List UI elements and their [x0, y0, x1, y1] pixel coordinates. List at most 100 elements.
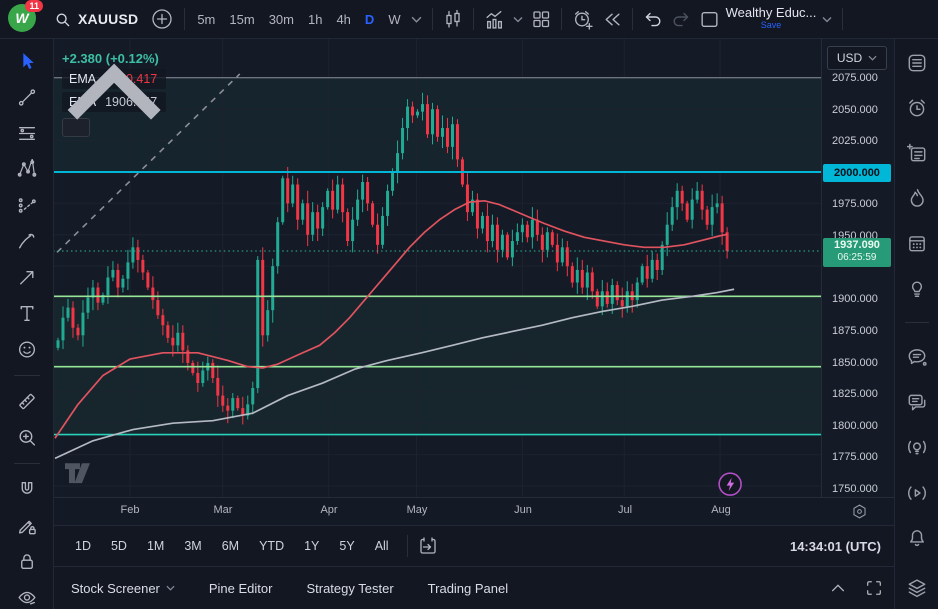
watchlist-icon[interactable]	[906, 52, 928, 74]
timeframe-30m[interactable]: 30m	[263, 8, 300, 31]
bar-replay-button[interactable]	[597, 5, 626, 34]
gear-icon[interactable]	[851, 503, 868, 520]
divider	[473, 8, 474, 30]
redo-button[interactable]	[667, 5, 695, 33]
fib-retracement-tool-icon[interactable]	[16, 123, 38, 144]
timeframe-15m[interactable]: 15m	[223, 8, 260, 31]
tab-strategy-tester[interactable]: Strategy Tester	[306, 581, 393, 596]
layout-name: Wealthy Educ...	[726, 7, 817, 19]
save-link[interactable]: Save	[761, 19, 782, 31]
live-streams-icon[interactable]	[906, 481, 928, 503]
alert-clock-plus-icon	[572, 9, 593, 30]
forecast-tool-icon[interactable]	[16, 195, 38, 216]
session-clock[interactable]: 14:34:01 (UTC)	[790, 539, 881, 554]
month-label: Feb	[121, 504, 140, 516]
private-chat-icon[interactable]	[906, 391, 928, 413]
arrow-tool-icon[interactable]	[16, 267, 38, 288]
range-1d[interactable]: 1D	[67, 534, 99, 558]
brush-tool-icon[interactable]	[16, 231, 38, 252]
draw-lock-tool-icon[interactable]	[16, 515, 38, 536]
month-label: Apr	[320, 504, 337, 516]
tab-label: Pine Editor	[209, 581, 273, 596]
panel-expand-button[interactable]	[829, 579, 847, 597]
alerts-clock-icon[interactable]	[906, 97, 928, 119]
timeframe-1h[interactable]: 1h	[302, 8, 328, 31]
tab-stock-screener[interactable]: Stock Screener	[71, 581, 175, 596]
top-toolbar: W 11 XAUUSD 5m15m30m1h4hDW	[0, 0, 938, 39]
ruler-tool-icon[interactable]	[16, 391, 38, 412]
legend-collapse-button[interactable]	[62, 118, 90, 137]
go-to-date-button[interactable]	[414, 532, 442, 560]
ideas-icon[interactable]	[906, 277, 928, 299]
text-tool-icon[interactable]	[16, 303, 38, 324]
range-5y[interactable]: 5Y	[331, 534, 362, 558]
notes-icon[interactable]	[906, 142, 928, 164]
price-label: 1850.000	[832, 355, 878, 371]
create-alert-button[interactable]	[568, 5, 597, 34]
main-area: +2.380 (+0.12%) EMA 1950.417 EMA 1906.64…	[53, 38, 895, 609]
timeframe-D[interactable]: D	[359, 8, 380, 31]
account-menu-button[interactable]: W 11	[8, 4, 38, 34]
streams-idea-icon[interactable]	[906, 436, 928, 458]
chat-cloud-icon[interactable]	[906, 346, 928, 368]
layout-dropdown-button[interactable]	[818, 12, 836, 27]
candlestick-chart[interactable]: +2.380 (+0.12%) EMA 1950.417 EMA 1906.64…	[53, 38, 821, 497]
replay-rewind-icon	[601, 9, 622, 30]
timeframe-W[interactable]: W	[382, 8, 406, 31]
chevron-down-icon	[411, 16, 422, 23]
hotlist-icon[interactable]	[906, 187, 928, 209]
chart-style-button[interactable]	[439, 5, 467, 33]
tab-trading-panel[interactable]: Trading Panel	[428, 581, 508, 596]
range-1y[interactable]: 1Y	[296, 534, 327, 558]
divider	[432, 8, 433, 30]
calendar-icon[interactable]	[906, 232, 928, 254]
tab-pine-editor[interactable]: Pine Editor	[209, 581, 273, 596]
lock-all-tool-icon[interactable]	[16, 551, 38, 572]
emoji-tool-icon[interactable]	[16, 339, 38, 360]
timeframe-dropdown-button[interactable]	[407, 12, 426, 27]
range-6m[interactable]: 6M	[214, 534, 247, 558]
plus-circle-icon	[150, 7, 174, 31]
zoom-in-tool-icon[interactable]	[16, 427, 38, 448]
layout-grid-button[interactable]	[527, 5, 555, 33]
range-all[interactable]: All	[367, 534, 397, 558]
tab-label: Strategy Tester	[306, 581, 393, 596]
divider	[561, 8, 562, 30]
indicators-button[interactable]	[480, 5, 509, 34]
month-label: Jul	[618, 504, 632, 516]
add-symbol-button[interactable]	[146, 3, 178, 35]
range-1m[interactable]: 1M	[139, 534, 172, 558]
candles-icon	[443, 9, 463, 29]
month-label: Aug	[711, 504, 731, 516]
hide-all-tool-icon[interactable]	[16, 587, 38, 608]
range-ytd[interactable]: YTD	[251, 534, 292, 558]
price-label: 1825.000	[832, 386, 878, 402]
range-group: 1D5D1M3M6MYTD1Y5YAll	[67, 534, 401, 558]
indicators-icon	[484, 9, 505, 30]
trend-line-tool-icon[interactable]	[16, 87, 38, 108]
magnet-tool-icon[interactable]	[16, 479, 38, 500]
symbol-search[interactable]: XAUUSD	[46, 7, 146, 32]
xabcd-pattern-tool-icon[interactable]	[16, 159, 38, 180]
price-label: 1775.000	[832, 449, 878, 465]
price-label: 1800.000	[832, 418, 878, 434]
timeframe-5m[interactable]: 5m	[191, 8, 221, 31]
tab-label: Stock Screener	[71, 581, 160, 596]
layout-square-icon	[699, 9, 720, 30]
save-layout-button[interactable]	[695, 5, 724, 34]
range-3m[interactable]: 3M	[176, 534, 209, 558]
object-tree-icon[interactable]	[906, 577, 928, 599]
indicator-templates-button[interactable]	[509, 12, 527, 27]
timeframe-4h[interactable]: 4h	[330, 8, 356, 31]
panel-maximize-button[interactable]	[865, 579, 883, 597]
range-5d[interactable]: 5D	[103, 534, 135, 558]
layout-name-button[interactable]: Wealthy Educ... Save	[726, 7, 817, 31]
currency-selector[interactable]: USD	[827, 46, 887, 70]
undo-button[interactable]	[639, 5, 667, 33]
notifications-icon[interactable]	[906, 526, 928, 548]
cursor-tool-icon[interactable]	[16, 51, 38, 72]
divider	[14, 463, 40, 464]
price-label: 1750.000	[832, 481, 878, 497]
price-axis[interactable]: USD 2075.0002050.0002025.0002000.0001975…	[821, 38, 895, 497]
time-axis[interactable]: FebMarAprMayJunJulAug	[53, 497, 895, 525]
